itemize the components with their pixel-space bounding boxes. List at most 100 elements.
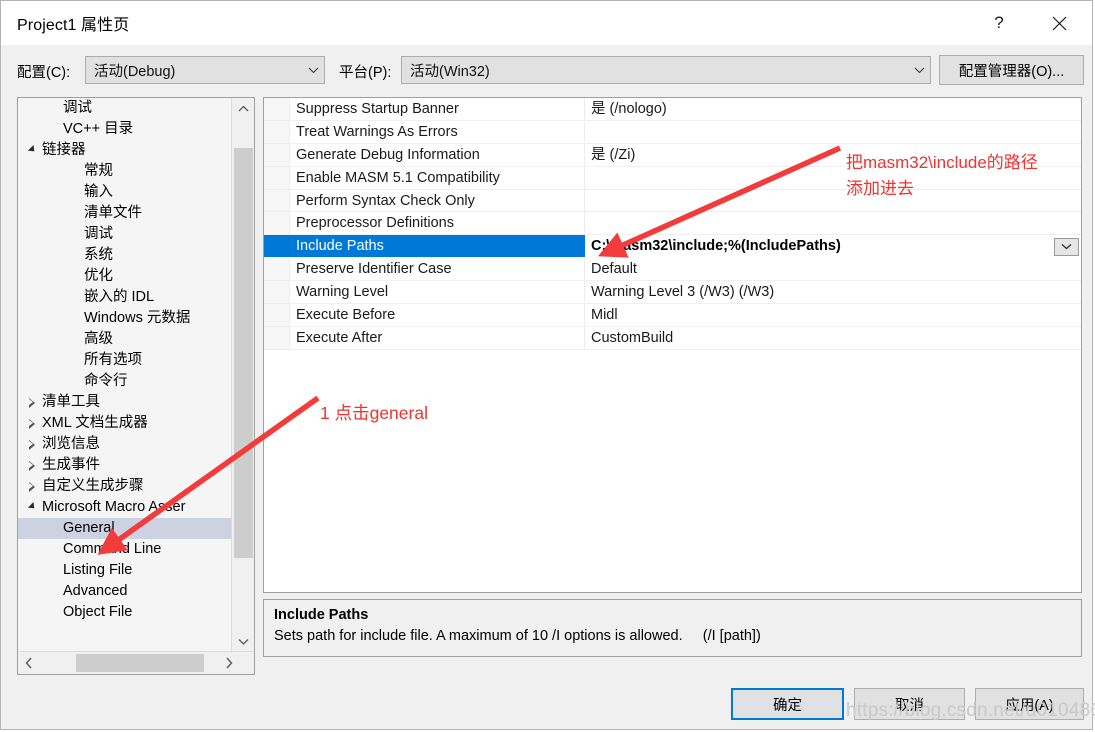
- property-row-gutter: [264, 120, 290, 143]
- property-row[interactable]: Suppress Startup Banner 是 (/nologo): [264, 98, 1081, 121]
- tree-item-label: VC++ 目录: [63, 121, 134, 137]
- tree-item-label: 清单文件: [84, 205, 142, 221]
- scroll-left-icon[interactable]: [18, 652, 40, 674]
- tree-item[interactable]: 系统: [18, 245, 231, 266]
- expander-closed-icon[interactable]: [25, 413, 39, 434]
- tree-item[interactable]: 浏览信息: [18, 434, 231, 455]
- property-row[interactable]: Execute After CustomBuild: [264, 326, 1081, 350]
- configuration-label: 配置(C):: [17, 65, 71, 81]
- tree-item-label: 命令行: [84, 373, 128, 389]
- property-value[interactable]: C:\masm32\include;%(IncludePaths): [585, 235, 1081, 257]
- tree-item[interactable]: Microsoft Macro Asser: [18, 497, 231, 518]
- property-row[interactable]: Perform Syntax Check Only: [264, 189, 1081, 213]
- tree-item[interactable]: 调试: [18, 98, 231, 119]
- scroll-right-icon[interactable]: [218, 652, 240, 674]
- property-name: Suppress Startup Banner: [290, 98, 585, 120]
- tree-item-label: 链接器: [42, 142, 86, 158]
- expander-open-icon[interactable]: [25, 140, 39, 161]
- expander-closed-icon[interactable]: [25, 392, 39, 413]
- tree-item[interactable]: 输入: [18, 182, 231, 203]
- property-name: Perform Syntax Check Only: [290, 189, 585, 212]
- property-value[interactable]: [585, 121, 1081, 143]
- configuration-value: 活动(Debug): [94, 63, 176, 80]
- property-value[interactable]: [585, 190, 1081, 212]
- property-value[interactable]: Default: [585, 258, 1081, 280]
- tree-item[interactable]: 高级: [18, 329, 231, 350]
- property-row[interactable]: Preserve Identifier Case Default: [264, 258, 1081, 282]
- property-row-selected[interactable]: Include Paths C:\masm32\include;%(Include…: [264, 235, 1081, 259]
- tree-item-label: 自定义生成步骤: [42, 478, 144, 494]
- tree-item-label: 生成事件: [42, 457, 100, 473]
- property-row[interactable]: Warning Level Warning Level 3 (/W3) (/W3): [264, 281, 1081, 305]
- configuration-dropdown[interactable]: 活动(Debug): [85, 56, 325, 84]
- property-row[interactable]: Enable MASM 5.1 Compatibility: [264, 166, 1081, 190]
- property-row[interactable]: Preprocessor Definitions: [264, 212, 1081, 236]
- scroll-up-icon[interactable]: [232, 98, 255, 118]
- tree-item[interactable]: 命令行: [18, 371, 231, 392]
- property-value[interactable]: [585, 167, 1081, 189]
- settings-tree[interactable]: 调试 VC++ 目录 链接器 常规 输入 清单文件 调试 系统 优化 嵌入的 IDL Windows…: [18, 98, 231, 651]
- value-dropdown-icon[interactable]: [1054, 237, 1079, 256]
- configuration-manager-button[interactable]: 配置管理器(O)...: [939, 55, 1084, 85]
- tree-item[interactable]: Object File: [18, 602, 231, 623]
- tree-item[interactable]: 优化: [18, 266, 231, 287]
- property-name: Warning Level: [290, 281, 585, 304]
- tree-item[interactable]: 清单工具: [18, 392, 231, 413]
- tree-horizontal-scroll-thumb[interactable]: [76, 654, 204, 672]
- tree-item-label: Windows 元数据: [84, 310, 191, 326]
- tree-item-label: 清单工具: [42, 394, 100, 410]
- tree-item[interactable]: 自定义生成步骤: [18, 476, 231, 497]
- property-name: Generate Debug Information: [290, 143, 585, 166]
- expander-open-icon[interactable]: [25, 497, 39, 518]
- tree-item-label: 调试: [84, 226, 113, 242]
- tree-item-label: Microsoft Macro Asser: [42, 499, 186, 515]
- property-value[interactable]: 是 (/nologo): [585, 98, 1081, 120]
- property-row-gutter: [264, 304, 290, 326]
- window-title: Project1 属性页: [17, 17, 130, 34]
- property-name: Execute After: [290, 326, 585, 349]
- tree-item-label: General: [63, 520, 115, 536]
- property-value[interactable]: Warning Level 3 (/W3) (/W3): [585, 281, 1081, 303]
- tree-item[interactable]: 清单文件: [18, 203, 231, 224]
- property-value[interactable]: 是 (/Zi): [585, 144, 1081, 166]
- property-name: Preprocessor Definitions: [290, 212, 585, 235]
- expander-closed-icon[interactable]: [25, 455, 39, 476]
- tree-item[interactable]: Listing File: [18, 560, 231, 581]
- tree-item[interactable]: 常规: [18, 161, 231, 182]
- expander-closed-icon[interactable]: [25, 476, 39, 497]
- property-row[interactable]: Generate Debug Information 是 (/Zi): [264, 143, 1081, 167]
- properties-dialog: Project1 属性页 ? 配置(C): 活动(Debug) 平台(P): 活…: [0, 0, 1095, 730]
- property-row[interactable]: Treat Warnings As Errors: [264, 120, 1081, 144]
- property-value[interactable]: Midl: [585, 304, 1081, 326]
- tree-item-label: 浏览信息: [42, 436, 100, 452]
- tree-item[interactable]: XML 文档生成器: [18, 413, 231, 434]
- property-row[interactable]: Execute Before Midl: [264, 304, 1081, 327]
- close-icon[interactable]: [1036, 1, 1082, 45]
- tree-item-label: 嵌入的 IDL: [84, 289, 155, 305]
- tree-item-label: 调试: [63, 100, 92, 116]
- tree-horizontal-scrollbar[interactable]: [18, 651, 254, 674]
- property-grid[interactable]: Suppress Startup Banner 是 (/nologo) Treat …: [263, 97, 1082, 593]
- tree-item[interactable]: 嵌入的 IDL: [18, 287, 231, 308]
- tree-vertical-scroll-thumb[interactable]: [234, 148, 253, 558]
- tree-item-label: Command Line: [63, 541, 162, 557]
- expander-closed-icon[interactable]: [25, 434, 39, 455]
- property-value[interactable]: CustomBuild: [585, 327, 1081, 349]
- tree-item[interactable]: 链接器: [18, 140, 231, 161]
- tree-item[interactable]: Windows 元数据: [18, 308, 231, 329]
- property-value[interactable]: [585, 212, 1081, 234]
- tree-item[interactable]: 所有选项: [18, 350, 231, 371]
- scroll-down-icon[interactable]: [232, 631, 255, 651]
- tree-item[interactable]: 生成事件: [18, 455, 231, 476]
- tree-item[interactable]: 调试: [18, 224, 231, 245]
- tree-item[interactable]: VC++ 目录: [18, 119, 231, 140]
- tree-item-selected[interactable]: General: [18, 518, 231, 539]
- ok-button[interactable]: 确定: [731, 688, 844, 720]
- platform-dropdown[interactable]: 活动(Win32): [401, 56, 931, 84]
- title-bar: Project1 属性页 ?: [1, 1, 1092, 45]
- help-icon[interactable]: ?: [976, 1, 1022, 45]
- tree-item[interactable]: Advanced: [18, 581, 231, 602]
- tree-item[interactable]: Command Line: [18, 539, 231, 560]
- tree-vertical-scrollbar[interactable]: [231, 98, 254, 651]
- description-body: Sets path for include file. A maximum of…: [274, 628, 761, 644]
